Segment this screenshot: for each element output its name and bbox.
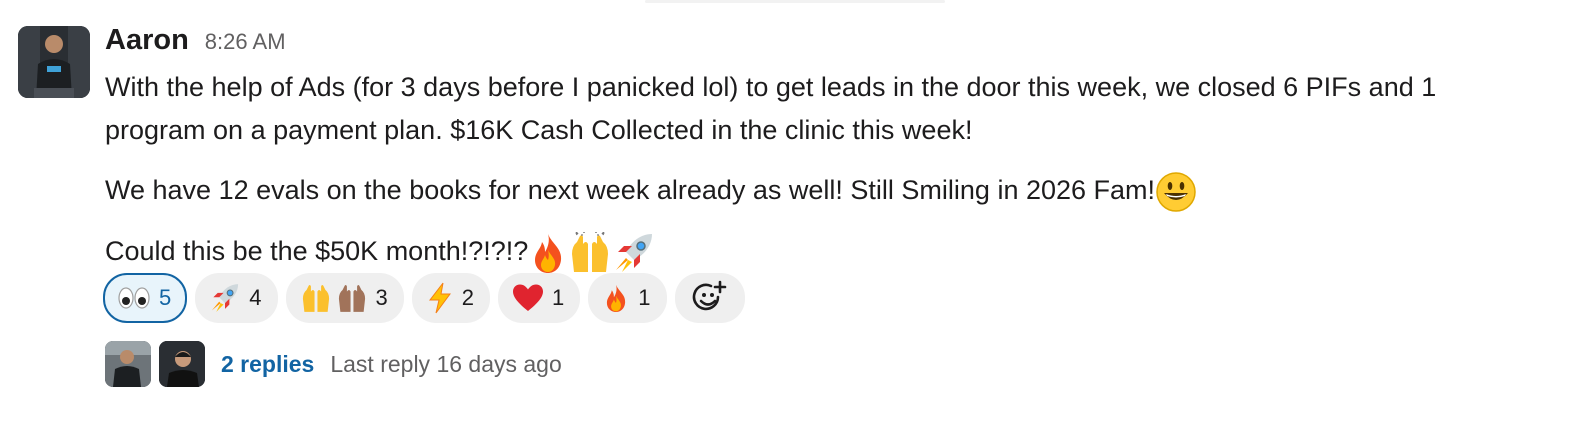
raised-hands-icon: [300, 282, 332, 314]
message-body: With the help of Ads (for 3 days before …: [105, 66, 1575, 291]
reaction-count: 2: [461, 285, 474, 310]
message: Aaron 8:26 AM With the help of Ads (for …: [0, 0, 1586, 426]
message-text-1: With the help of Ads (for 3 days before …: [105, 72, 1437, 102]
message-text-3: We have 12 evals on the books for next w…: [105, 175, 1156, 205]
eyes-icon: [117, 285, 151, 311]
sender-name[interactable]: Aaron: [105, 24, 189, 57]
sender-avatar[interactable]: [18, 26, 90, 98]
reply-avatar: [159, 341, 205, 387]
timestamp[interactable]: 8:26 AM: [205, 29, 286, 55]
reaction-count: 1: [638, 285, 651, 310]
zap-icon: [426, 282, 454, 314]
replies-link[interactable]: 2 replies: [221, 351, 314, 378]
reaction-zap[interactable]: 2: [411, 273, 490, 323]
reply-avatar: [105, 341, 151, 387]
message-line-4: Could this be the $50K month!?!?!?: [105, 230, 1575, 274]
message-line-2: program on a payment plan. $16K Cash Col…: [105, 109, 1575, 152]
reaction-eyes[interactable]: 5: [103, 273, 188, 323]
raised-hands-skin-tone-icon: [336, 282, 368, 314]
reaction-rocket[interactable]: 4: [195, 273, 278, 323]
reaction-count: 4: [249, 285, 262, 310]
add-reaction-button[interactable]: [674, 273, 745, 323]
raised-hands-emoji-icon: [568, 231, 612, 274]
message-line-3: We have 12 evals on the books for next w…: [105, 169, 1575, 213]
reactions-bar: 5 4 3 2 1 1: [103, 273, 745, 323]
reaction-count: 1: [552, 285, 565, 310]
message-header: Aaron 8:26 AM: [105, 24, 286, 60]
add-emoji-icon: [692, 280, 728, 316]
heart-icon: [512, 283, 544, 313]
reaction-fire[interactable]: 1: [588, 273, 667, 323]
reaction-raised-hands[interactable]: 3: [285, 273, 404, 323]
grinning-face-emoji-icon: [1155, 171, 1197, 213]
rocket-emoji-icon: [612, 232, 656, 274]
reaction-heart[interactable]: 1: [498, 273, 581, 323]
fire-icon: [602, 282, 630, 314]
fire-emoji-icon: [528, 232, 568, 274]
reaction-count: 3: [375, 285, 388, 310]
last-reply-text: Last reply 16 days ago: [330, 350, 562, 377]
reaction-count: 5: [159, 285, 172, 310]
message-text-2: program on a payment plan. $16K Cash Col…: [105, 115, 973, 145]
thread-summary[interactable]: 2 replies Last reply 16 days ago: [105, 340, 562, 388]
message-line-1: With the help of Ads (for 3 days before …: [105, 66, 1575, 109]
rocket-icon: [209, 282, 241, 314]
message-text-4: Could this be the $50K month!?!?!?: [105, 235, 529, 266]
